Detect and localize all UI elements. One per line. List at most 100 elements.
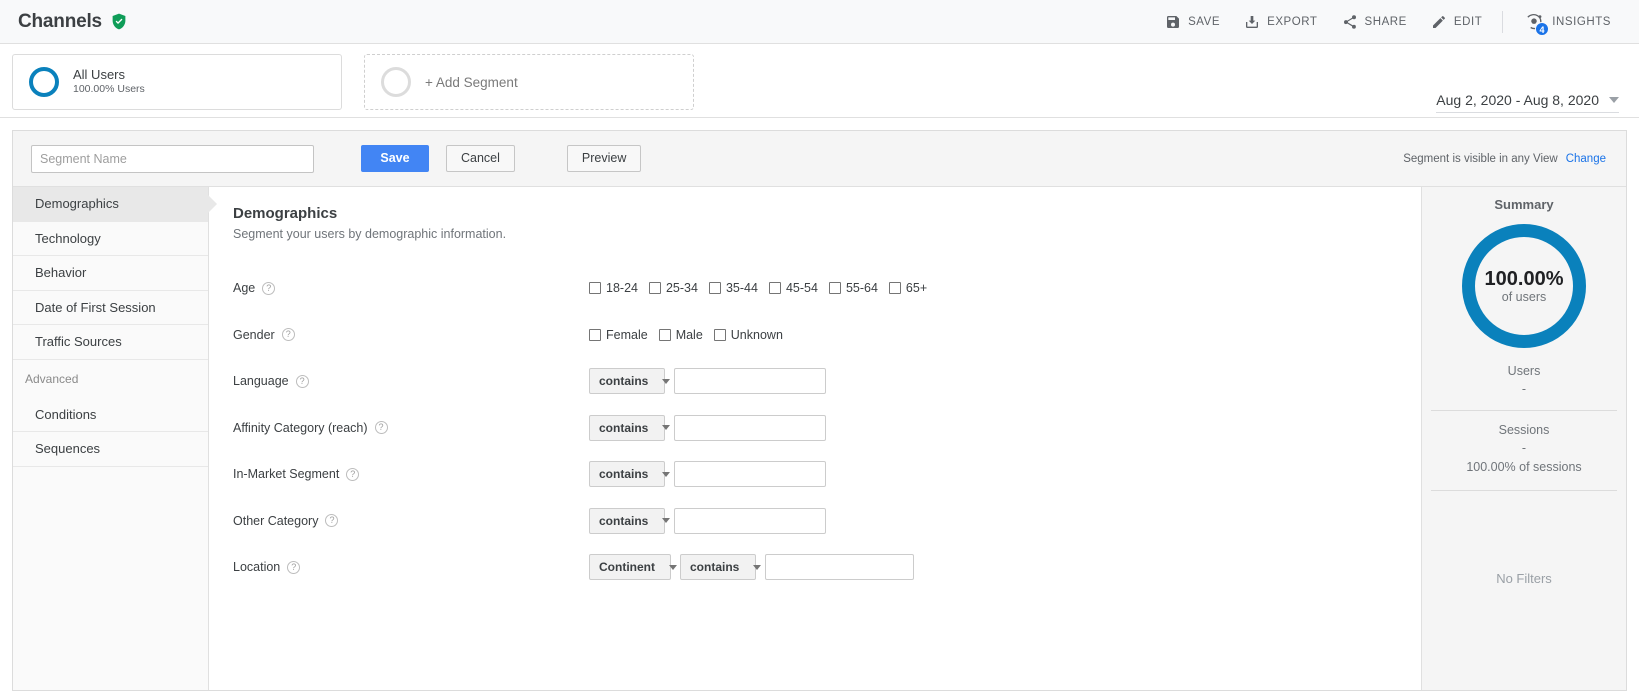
- checkbox[interactable]: [589, 282, 601, 294]
- in-market-segment-value-input[interactable]: [674, 461, 826, 487]
- help-icon[interactable]: ?: [346, 468, 359, 481]
- language-controls: contains: [589, 368, 826, 394]
- checkbox[interactable]: [889, 282, 901, 294]
- builder-sidebar: Demographics Technology Behavior Date of…: [13, 187, 209, 690]
- age-option-18-24[interactable]: 18-24: [589, 281, 638, 295]
- shield-check-icon: [110, 12, 128, 31]
- insights-badge: 4: [1535, 22, 1549, 36]
- sidebar-item-traffic-sources[interactable]: Traffic Sources: [13, 325, 208, 360]
- share-button[interactable]: SHARE: [1330, 8, 1419, 36]
- summary-divider: [1431, 410, 1617, 411]
- gender-option-female[interactable]: Female: [589, 328, 648, 342]
- help-icon[interactable]: ?: [287, 561, 300, 574]
- other-category-operator-value: contains: [599, 514, 648, 528]
- language-label: Language: [233, 374, 289, 388]
- age-option-label: 18-24: [606, 281, 638, 295]
- age-option-55-64[interactable]: 55-64: [829, 281, 878, 295]
- sidebar-item-technology[interactable]: Technology: [13, 222, 208, 257]
- summary-title: Summary: [1494, 197, 1553, 212]
- chevron-down-icon: [662, 518, 670, 523]
- other-category-operator-select[interactable]: contains: [589, 508, 665, 534]
- segment-cancel-button[interactable]: Cancel: [446, 145, 515, 172]
- edit-button[interactable]: EDIT: [1419, 8, 1494, 36]
- age-row: Age ? 18-24 25-34 35-44: [233, 265, 1421, 312]
- sidebar-item-demographics[interactable]: Demographics: [13, 187, 208, 222]
- checkbox[interactable]: [714, 329, 726, 341]
- help-icon[interactable]: ?: [262, 282, 275, 295]
- age-option-35-44[interactable]: 35-44: [709, 281, 758, 295]
- chevron-down-icon: [662, 472, 670, 477]
- sidebar-item-conditions[interactable]: Conditions: [13, 398, 208, 433]
- add-segment-button[interactable]: + Add Segment: [364, 54, 694, 110]
- users-percent-caption: of users: [1502, 290, 1546, 304]
- affinity-category-operator-select[interactable]: contains: [589, 415, 665, 441]
- help-icon[interactable]: ?: [296, 375, 309, 388]
- in-market-segment-operator-select[interactable]: contains: [589, 461, 665, 487]
- language-value-input[interactable]: [674, 368, 826, 394]
- summary-divider-2: [1431, 490, 1617, 491]
- language-operator-select[interactable]: contains: [589, 368, 665, 394]
- sidebar-item-behavior[interactable]: Behavior: [13, 256, 208, 291]
- edit-button-label: EDIT: [1454, 16, 1482, 28]
- sidebar-group-advanced: Advanced: [13, 360, 208, 398]
- panel-title: Demographics: [233, 205, 1421, 222]
- location-value-input[interactable]: [765, 554, 914, 580]
- chevron-down-icon: [1609, 97, 1619, 103]
- segment-visibility-change-link[interactable]: Change: [1566, 153, 1606, 165]
- segment-chip-all-users[interactable]: All Users 100.00% Users: [12, 54, 342, 110]
- location-label-wrap: Location ?: [233, 560, 589, 574]
- insights-button[interactable]: 4 INSIGHTS: [1511, 6, 1623, 38]
- checkbox[interactable]: [649, 282, 661, 294]
- age-option-25-34[interactable]: 25-34: [649, 281, 698, 295]
- share-button-label: SHARE: [1365, 16, 1407, 28]
- no-filters-text: No Filters: [1496, 571, 1552, 586]
- help-icon[interactable]: ?: [375, 421, 388, 434]
- save-button[interactable]: SAVE: [1153, 8, 1232, 36]
- chevron-down-icon: [662, 425, 670, 430]
- language-row: Language ? contains: [233, 358, 1421, 405]
- sidebar-item-label: Sequences: [35, 441, 100, 456]
- sidebar-item-label: Conditions: [35, 407, 96, 422]
- checkbox[interactable]: [829, 282, 841, 294]
- demographics-panel: Demographics Segment your users by demog…: [209, 187, 1422, 690]
- help-icon[interactable]: ?: [325, 514, 338, 527]
- affinity-category-label-wrap: Affinity Category (reach) ?: [233, 421, 589, 435]
- location-operator-select[interactable]: contains: [680, 554, 756, 580]
- panel-subtitle: Segment your users by demographic inform…: [233, 227, 1421, 241]
- other-category-value-input[interactable]: [674, 508, 826, 534]
- export-button[interactable]: EXPORT: [1232, 8, 1329, 36]
- date-range-picker[interactable]: Aug 2, 2020 - Aug 8, 2020: [1436, 92, 1619, 113]
- checkbox[interactable]: [709, 282, 721, 294]
- add-segment-ring-icon: [381, 67, 411, 97]
- sidebar-item-label: Technology: [35, 231, 101, 246]
- segment-name-input[interactable]: [31, 145, 314, 173]
- builder-toolbar: Save Cancel Preview Segment is visible i…: [13, 131, 1626, 187]
- affinity-category-value-input[interactable]: [674, 415, 826, 441]
- in-market-segment-operator-value: contains: [599, 467, 648, 481]
- checkbox[interactable]: [589, 329, 601, 341]
- gender-option-male[interactable]: Male: [659, 328, 703, 342]
- gender-label-wrap: Gender ?: [233, 328, 589, 342]
- affinity-category-row: Affinity Category (reach) ? contains: [233, 405, 1421, 452]
- gender-option-unknown[interactable]: Unknown: [714, 328, 783, 342]
- export-button-label: EXPORT: [1267, 16, 1317, 28]
- other-category-label: Other Category: [233, 514, 318, 528]
- insights-button-label: INSIGHTS: [1552, 16, 1611, 28]
- in-market-segment-controls: contains: [589, 461, 826, 487]
- sidebar-item-sequences[interactable]: Sequences: [13, 432, 208, 467]
- other-category-row: Other Category ? contains: [233, 498, 1421, 545]
- age-option-45-54[interactable]: 45-54: [769, 281, 818, 295]
- help-icon[interactable]: ?: [282, 328, 295, 341]
- location-dimension-select[interactable]: Continent: [589, 554, 671, 580]
- insights-icon: 4: [1523, 12, 1545, 32]
- age-option-65-plus[interactable]: 65+: [889, 281, 927, 295]
- gender-option-label: Unknown: [731, 328, 783, 342]
- checkbox[interactable]: [659, 329, 671, 341]
- location-row: Location ? Continent contains: [233, 544, 1421, 591]
- segment-preview-button[interactable]: Preview: [567, 145, 641, 172]
- segment-save-button[interactable]: Save: [361, 145, 429, 172]
- checkbox[interactable]: [769, 282, 781, 294]
- other-category-label-wrap: Other Category ?: [233, 514, 589, 528]
- sidebar-item-date-of-first-session[interactable]: Date of First Session: [13, 291, 208, 326]
- language-operator-value: contains: [599, 374, 648, 388]
